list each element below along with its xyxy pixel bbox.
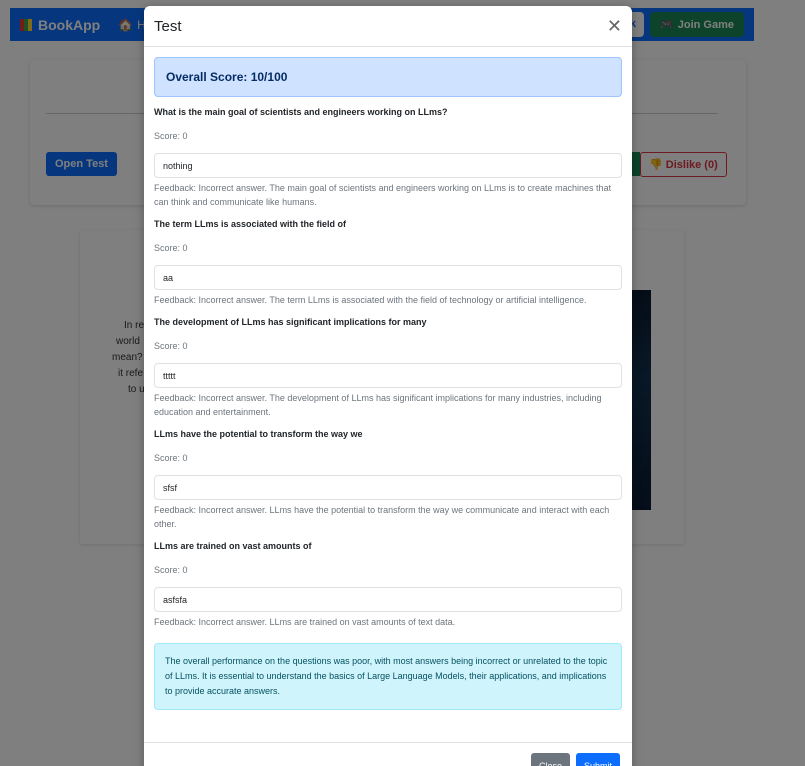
question-feedback: Feedback: Incorrect answer. The term LLm… (154, 295, 587, 305)
close-icon[interactable]: ✕ (607, 17, 622, 35)
modal-title: Test (154, 17, 182, 35)
submit-button[interactable]: Submit (576, 753, 621, 766)
question-score: Score: 0 (154, 131, 188, 141)
close-button[interactable]: Close (531, 753, 571, 766)
question-text: LLms are trained on vast amounts of (154, 541, 312, 551)
question-score: Score: 0 (154, 243, 188, 253)
answer-input[interactable]: sfsf (154, 475, 622, 500)
question-text: The term LLms is associated with the fie… (154, 219, 347, 229)
answer-input[interactable]: asfsfa (154, 587, 622, 612)
question-block: The term LLms is associated with the fie… (154, 219, 622, 307)
modal-header: Test ✕ (144, 6, 632, 47)
summary-alert: The overall performance on the questions… (154, 643, 622, 710)
answer-input[interactable]: nothing (154, 153, 622, 178)
question-score: Score: 0 (154, 341, 188, 351)
question-feedback: Feedback: Incorrect answer. The developm… (154, 393, 602, 417)
question-score: Score: 0 (154, 565, 188, 575)
question-block: LLms have the potential to transform the… (154, 429, 622, 531)
question-feedback: Feedback: Incorrect answer. LLms are tra… (154, 617, 456, 627)
overall-score-alert: Overall Score: 10/100 (154, 57, 622, 97)
question-block: LLms are trained on vast amounts of Scor… (154, 541, 622, 629)
question-text: LLms have the potential to transform the… (154, 429, 363, 439)
answer-input[interactable]: aa (154, 265, 622, 290)
modal-footer: Close Submit (144, 742, 632, 766)
question-feedback: Feedback: Incorrect answer. LLms have th… (154, 505, 610, 529)
question-block: What is the main goal of scientists and … (154, 107, 622, 209)
question-feedback: Feedback: Incorrect answer. The main goa… (154, 183, 612, 207)
question-score: Score: 0 (154, 453, 188, 463)
question-text: The development of LLms has significant … (154, 317, 427, 327)
answer-input[interactable]: ttttt (154, 363, 622, 388)
question-text: What is the main goal of scientists and … (154, 107, 448, 117)
test-modal: Test ✕ Overall Score: 10/100 What is the… (144, 6, 632, 766)
modal-body: Overall Score: 10/100 What is the main g… (144, 47, 632, 710)
question-block: The development of LLms has significant … (154, 317, 622, 419)
